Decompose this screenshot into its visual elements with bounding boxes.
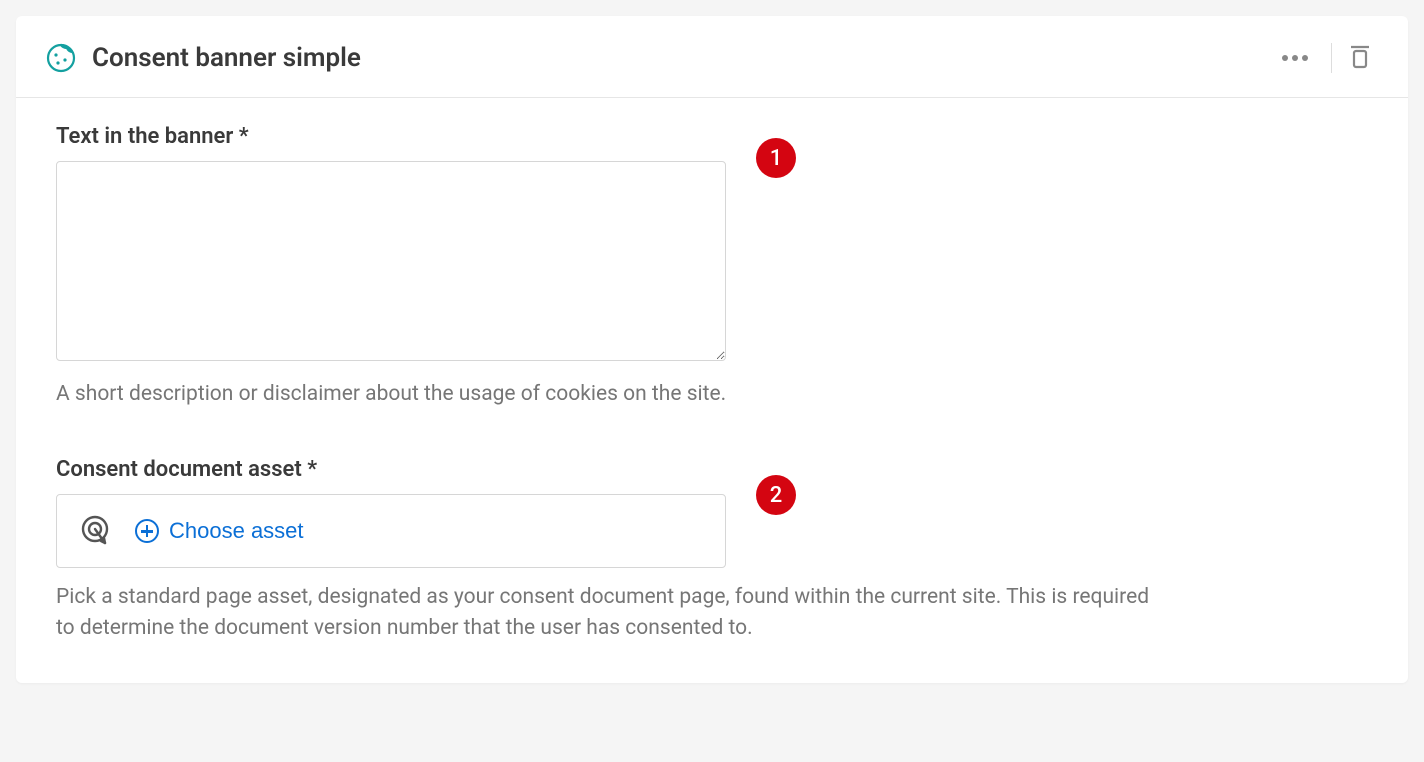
asset-picker[interactable]: Choose asset bbox=[56, 494, 726, 568]
banner-text-field: 1 Text in the banner * A short descripti… bbox=[56, 124, 1368, 409]
header-divider bbox=[1331, 43, 1332, 73]
banner-text-label: Text in the banner * bbox=[56, 124, 1368, 149]
banner-text-help: A short description or disclaimer about … bbox=[56, 379, 1156, 409]
choose-asset-label: Choose asset bbox=[169, 518, 304, 544]
trash-icon bbox=[1348, 42, 1372, 73]
consent-asset-help: Pick a standard page asset, designated a… bbox=[56, 582, 1156, 643]
cookie-icon bbox=[44, 41, 78, 75]
plus-circle-icon bbox=[135, 519, 159, 543]
delete-button[interactable] bbox=[1340, 36, 1380, 79]
header-actions bbox=[1267, 36, 1380, 79]
more-button[interactable] bbox=[1267, 44, 1323, 71]
choose-asset-button[interactable]: Choose asset bbox=[135, 518, 304, 544]
consent-asset-field: 2 Consent document asset * Choose asset … bbox=[56, 457, 1368, 643]
card-body: 1 Text in the banner * A short descripti… bbox=[16, 98, 1408, 653]
card-title: Consent banner simple bbox=[92, 43, 1267, 73]
card-header: Consent banner simple bbox=[16, 16, 1408, 98]
annotation-badge-1: 1 bbox=[756, 138, 796, 178]
target-icon bbox=[77, 513, 113, 549]
consent-asset-label: Consent document asset * bbox=[56, 457, 1368, 482]
annotation-badge-2: 2 bbox=[756, 475, 796, 515]
banner-text-input[interactable] bbox=[56, 161, 726, 361]
consent-banner-card: Consent banner simple bbox=[16, 16, 1408, 683]
more-icon bbox=[1281, 50, 1309, 65]
